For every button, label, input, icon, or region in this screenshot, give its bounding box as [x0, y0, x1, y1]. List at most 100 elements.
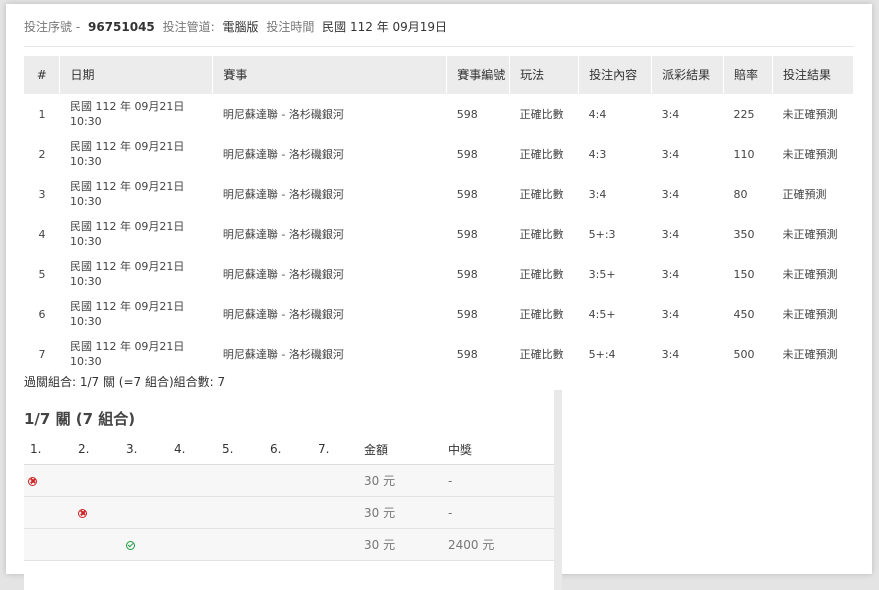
row-index: 7 [38, 347, 46, 361]
row-match-no: 598 [456, 307, 478, 321]
row-index: 5 [38, 267, 46, 281]
bets-table: # 日期 賽事 賽事編號 玩法 投注內容 派彩結果 賠率 投注結果 1 民國 11… [24, 56, 855, 374]
row-play-cell: 正確比數 [510, 214, 579, 254]
row-match-no: 598 [456, 187, 478, 201]
row-content-cell: 4:4 [578, 94, 652, 134]
row-content: 5+:4 [588, 347, 616, 361]
row-result-cell: 未正確預測 [772, 294, 853, 334]
row-content-cell: 3:5+ [578, 254, 652, 294]
row-play: 正確比數 [519, 147, 564, 161]
row-odds-cell: 225 [723, 94, 773, 134]
row-date: 民國 112 年 09月21日 [69, 180, 185, 193]
combo-prize: - [442, 496, 554, 529]
col-header-date: 日期 [59, 56, 214, 94]
row-match-cell: 明尼蘇達聯 - 洛杉磯銀河 [212, 334, 447, 374]
row-time: 10:30 [69, 275, 102, 288]
row-match: 明尼蘇達聯 - 洛杉磯銀河 [222, 187, 344, 201]
col-header-index: # [24, 56, 61, 94]
row-index: 4 [38, 227, 46, 241]
combo-leg-5-cell [216, 528, 264, 561]
combo-amount: 30 元 [358, 528, 442, 561]
combo-col-5: 5. [216, 434, 264, 465]
combo-summary: 過關組合: 1/7 關 (=7 組合)組合數: 7 [24, 375, 226, 389]
row-match-cell: 明尼蘇達聯 - 洛杉磯銀河 [213, 294, 447, 334]
row-odds: 350 [733, 227, 755, 241]
combo-row: 30 元 2400 元 [24, 528, 554, 561]
combo-row: 30 元- [24, 496, 554, 529]
row-index-cell: 7 [24, 334, 60, 374]
row-content: 4:5+ [588, 307, 616, 321]
row-match-cell: 明尼蘇達聯 - 洛杉磯銀河 [212, 254, 447, 294]
row-odds: 450 [733, 307, 755, 321]
row-payout: 3:4 [661, 227, 680, 241]
row-result: 未正確預測 [782, 147, 838, 161]
row-content-cell: 5+:3 [579, 214, 652, 254]
col-header-result: 投注結果 [772, 56, 855, 94]
row-play-cell: 正確比數 [509, 94, 579, 134]
row-index-cell: 4 [24, 214, 60, 254]
row-content-cell: 5+:4 [578, 334, 652, 374]
row-date-cell: 民國 112 年 09月21日 10:30 [60, 134, 213, 174]
combo-leg-7-cell [312, 464, 358, 497]
row-result: 未正確預測 [782, 107, 838, 121]
combo-leg-4-cell [168, 496, 216, 529]
row-content: 5+:3 [588, 227, 616, 241]
row-content-cell: 3:4 [578, 174, 652, 214]
row-match-no: 598 [456, 147, 478, 161]
row-date-cell: 民國 112 年 09月21日 10:30 [59, 254, 213, 294]
combo-col-6: 6. [264, 434, 312, 465]
row-content: 3:4 [588, 187, 607, 201]
row-payout-cell: 3:4 [652, 294, 724, 334]
row-date-cell: 民國 112 年 09月21日 10:30 [60, 294, 213, 334]
row-play-cell: 正確比數 [510, 294, 579, 334]
combo-amount: 30 元 [358, 496, 442, 529]
row-play: 正確比數 [519, 347, 564, 361]
bet-detail-panel: 投注序號 - 96751045 投注管道: 電腦版 投注時間 民國 112 年 … [6, 4, 872, 590]
row-payout-cell: 3:4 [651, 174, 724, 214]
combo-prize: - [442, 464, 554, 497]
row-index: 3 [38, 187, 46, 201]
col-header-payout: 派彩結果 [651, 56, 724, 94]
row-odds-cell: 450 [724, 294, 773, 334]
row-index: 1 [38, 107, 46, 121]
row-time: 10:30 [69, 195, 102, 208]
bets-header-row: # 日期 賽事 賽事編號 玩法 投注內容 派彩結果 賠率 投注結果 [24, 56, 855, 94]
row-odds-cell: 80 [723, 174, 773, 214]
combo-header-row: 1. 2. 3. 4. 5. 6. 7. 金額 中獎 [24, 434, 554, 465]
row-play: 正確比數 [519, 107, 564, 121]
row-match-no: 598 [456, 227, 478, 241]
bet-row: 6 民國 112 年 09月21日 10:30 明尼蘇達聯 - 洛杉磯銀河 598 正確比… [24, 294, 854, 334]
row-result-cell: 未正確預測 [772, 254, 854, 294]
row-time: 10:30 [69, 155, 102, 168]
row-result-cell: 未正確預測 [772, 214, 853, 254]
row-content: 3:5+ [588, 267, 616, 281]
combo-leg-6-cell [264, 464, 312, 497]
row-date: 民國 112 年 09月21日 [69, 340, 185, 353]
combo-col-3: 3. [120, 434, 168, 465]
combo-leg-4-cell [168, 528, 216, 561]
combo-col-prize: 中獎 [442, 434, 554, 465]
row-match-no-cell: 598 [446, 94, 510, 134]
combo-col-1: 1. [24, 434, 72, 465]
bet-row: 3 民國 112 年 09月21日 10:30 明尼蘇達聯 - 洛杉磯銀河 598 正確比… [24, 174, 854, 214]
col-header-play: 玩法 [509, 56, 580, 94]
row-match: 明尼蘇達聯 - 洛杉磯銀河 [222, 147, 344, 161]
row-match-no-cell: 598 [447, 134, 510, 174]
row-date: 民國 112 年 09月21日 [69, 100, 185, 113]
col-header-match: 賽事 [212, 56, 448, 94]
row-result-cell: 未正確預測 [772, 134, 853, 174]
bet-row: 1 民國 112 年 09月21日 10:30 明尼蘇達聯 - 洛杉磯銀河 598 正確比… [24, 94, 854, 134]
serial-value: 96751045 [87, 20, 155, 34]
row-result: 未正確預測 [782, 267, 838, 281]
row-odds: 80 [733, 187, 748, 201]
row-play-cell: 正確比數 [510, 134, 579, 174]
row-date: 民國 112 年 09月21日 [69, 220, 185, 233]
col-header-odds: 賠率 [723, 56, 773, 94]
row-payout: 3:4 [661, 187, 680, 201]
row-content: 4:3 [588, 147, 607, 161]
row-date: 民國 112 年 09月21日 [69, 140, 185, 153]
bet-time-value: 民國 112 年 09月19日 [322, 20, 448, 34]
row-date-cell: 民國 112 年 09月21日 10:30 [59, 94, 213, 134]
row-play-cell: 正確比數 [509, 334, 579, 374]
row-match-no-cell: 598 [446, 254, 510, 294]
